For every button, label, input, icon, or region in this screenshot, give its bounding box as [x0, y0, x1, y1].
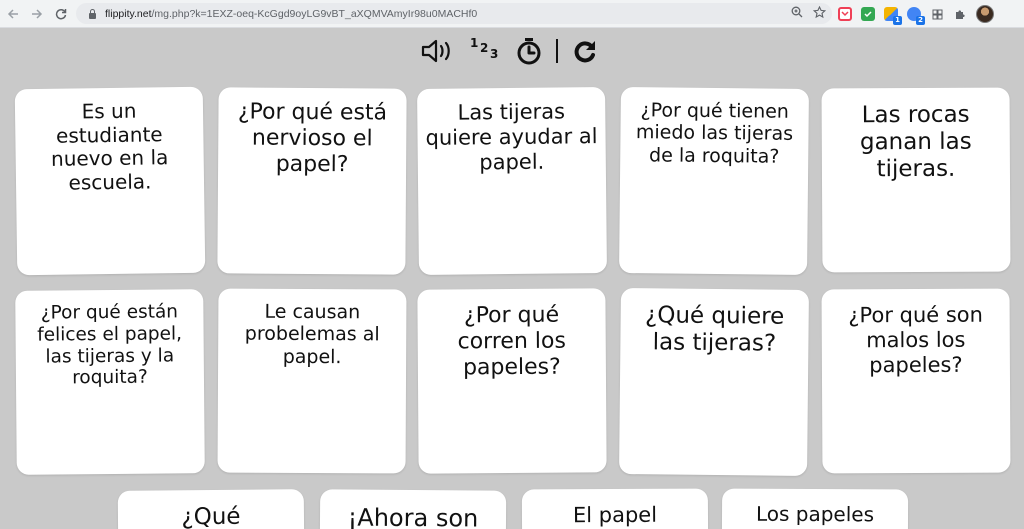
zoom-icon[interactable]	[791, 6, 803, 21]
card[interactable]: Es un estudiante nuevo en la escuela.	[14, 86, 206, 276]
card[interactable]: ¿Por qué tienen miedo las tijeras de la …	[619, 87, 809, 275]
card-text: ¿Por qué están felices el papel, las tij…	[37, 301, 183, 389]
card-text: El papel	[572, 502, 658, 528]
browser-toolbar: flippity.net/mg.php?k=1EXZ-oeq-KcGgd9oyL…	[0, 0, 1024, 28]
card[interactable]: ¿Por qué están felices el papel, las tij…	[15, 289, 205, 475]
bookmark-star-icon[interactable]	[812, 5, 827, 22]
card-text: Le causan probelemas al papel.	[244, 300, 380, 368]
card[interactable]: ¿Por qué corren los papeles?	[417, 288, 607, 474]
extension-badge: 1	[893, 16, 902, 25]
url-domain: flippity.net	[105, 7, 152, 20]
toolbar-divider	[556, 39, 558, 63]
redo-icon[interactable]	[572, 38, 598, 64]
card[interactable]: Las tijeras quiere ayudar al papel.	[417, 87, 607, 275]
number-label: 3	[490, 47, 499, 61]
card[interactable]: ¡Ahora son	[319, 489, 507, 529]
card[interactable]: ¿Por qué son malos los papeles?	[821, 288, 1011, 474]
card-text: ¡Ahora son	[347, 503, 479, 529]
number-label: 2	[480, 41, 489, 55]
starburst-extension-icon[interactable]: 2	[907, 7, 925, 25]
card[interactable]: El papel	[521, 488, 709, 529]
profile-avatar[interactable]	[976, 5, 994, 23]
card[interactable]: ¿Qué quiere las tijeras?	[619, 288, 809, 476]
card-text: ¿Por qué son malos los papeles?	[848, 302, 983, 377]
card-text: ¿Por qué está nervioso el papel?	[237, 99, 388, 178]
card[interactable]: Le causan probelemas al papel.	[217, 288, 407, 474]
card[interactable]: Las rocas ganan las tijeras.	[821, 87, 1011, 273]
multicolor-extension-icon[interactable]: 1	[884, 7, 902, 25]
card[interactable]: ¿Qué	[117, 489, 305, 529]
green-extension-icon[interactable]	[861, 7, 875, 21]
address-bar[interactable]: flippity.net/mg.php?k=1EXZ-oeq-KcGgd9oyL…	[76, 3, 832, 24]
speaker-icon[interactable]	[420, 38, 456, 64]
game-toolbar: 1 2 3	[420, 36, 598, 66]
back-arrow-icon[interactable]	[2, 3, 24, 25]
extensions-puzzle-icon[interactable]	[953, 7, 967, 21]
extension-badge: 2	[916, 16, 925, 25]
timer-icon[interactable]	[516, 37, 542, 65]
numbers-toggle-icon[interactable]: 1 2 3	[468, 36, 502, 66]
pocket-icon[interactable]	[838, 7, 852, 21]
grid-extension-icon[interactable]	[930, 7, 944, 21]
number-label: 1	[470, 36, 479, 50]
card-text: ¿Qué quiere las tijeras?	[644, 302, 785, 357]
card-text: Es un estudiante nuevo en la escuela.	[50, 98, 169, 195]
card-text: Las tijeras quiere ayudar al papel.	[425, 99, 598, 174]
card[interactable]: Los papeles	[721, 488, 909, 529]
card-text: Las rocas ganan las tijeras.	[859, 101, 972, 183]
url-path: /mg.php?k=1EXZ-oeq-KcGgd9oyLG9vBT_aXQMVA…	[151, 7, 478, 20]
card-text: ¿Por qué tienen miedo las tijeras de la …	[635, 99, 794, 168]
lock-icon	[88, 8, 97, 19]
forward-arrow-icon[interactable]	[26, 3, 48, 25]
card-text: Los papeles	[755, 501, 875, 527]
card-text: ¿Por qué corren los papeles?	[457, 302, 566, 381]
card-text: ¿Qué	[181, 503, 241, 529]
reload-icon[interactable]	[50, 3, 72, 25]
card[interactable]: ¿Por qué está nervioso el papel?	[217, 87, 407, 275]
